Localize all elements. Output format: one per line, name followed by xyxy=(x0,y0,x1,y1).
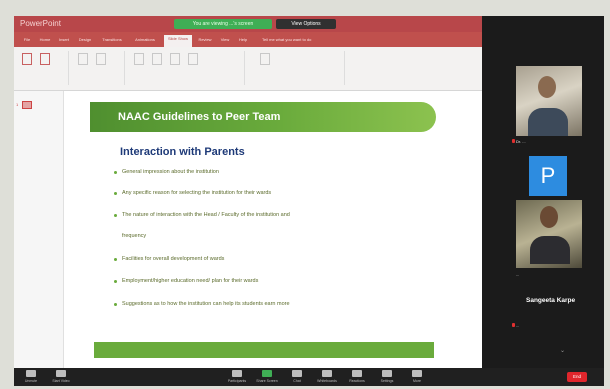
more-button[interactable]: More xyxy=(404,370,430,384)
settings-button[interactable]: Settings xyxy=(374,370,400,384)
tab-file[interactable]: File xyxy=(20,36,34,44)
share-screen-button[interactable]: Share Screen xyxy=(254,370,280,384)
slide-title: NAAC Guidelines to Peer Team xyxy=(118,111,281,123)
tab-help[interactable]: Help xyxy=(236,36,250,44)
from-current-icon[interactable] xyxy=(40,53,50,65)
whiteboards-button[interactable]: Whiteboards xyxy=(314,370,340,384)
participant-head xyxy=(538,76,556,98)
bullet-icon xyxy=(114,280,117,283)
participant-video-tile[interactable] xyxy=(516,66,582,136)
tab-design[interactable]: Design xyxy=(76,36,94,44)
slide-subtitle: Interaction with Parents xyxy=(120,146,245,158)
participant-name-tile[interactable]: Sangeeta Karpe xyxy=(526,297,575,304)
participant-body xyxy=(528,108,568,136)
hide-slide-icon[interactable] xyxy=(152,53,162,65)
reactions-button[interactable]: Reactions xyxy=(344,370,370,384)
reactions-icon xyxy=(352,370,362,377)
participant-body xyxy=(530,236,570,264)
shared-powerpoint-window: PowerPoint You are viewing ...'s screen … xyxy=(14,16,482,368)
slide-number: 1 xyxy=(16,102,19,107)
slide-footer-banner xyxy=(94,342,434,358)
participant-name: ... xyxy=(516,323,520,328)
set-up-show-icon[interactable] xyxy=(134,53,144,65)
ribbon-separator xyxy=(344,51,345,85)
slide-canvas: NAAC Guidelines to Peer Team Interaction… xyxy=(84,98,436,360)
chevron-down-icon[interactable]: ⌄ xyxy=(560,347,565,354)
bullet-icon xyxy=(114,171,117,174)
slide-title-banner: NAAC Guidelines to Peer Team xyxy=(90,102,436,132)
custom-show-icon[interactable] xyxy=(96,53,106,65)
ribbon-separator xyxy=(68,51,69,85)
participants-button[interactable]: Participants xyxy=(224,370,250,384)
participants-icon xyxy=(232,370,242,377)
screen-share-indicator: You are viewing ...'s screen xyxy=(174,19,272,29)
participant-name: ... xyxy=(516,272,520,277)
muted-mic-icon xyxy=(512,139,515,143)
view-options-button[interactable]: View Options xyxy=(276,19,336,29)
participant-head xyxy=(540,206,558,228)
tab-review[interactable]: Review xyxy=(196,36,214,44)
mic-icon xyxy=(26,370,36,377)
bullet-icon xyxy=(114,192,117,195)
tab-view[interactable]: View xyxy=(218,36,232,44)
monitor-icon[interactable] xyxy=(260,53,270,65)
meeting-toolbar: Unmute Start Video Participants Share Sc… xyxy=(14,368,604,386)
present-online-icon[interactable] xyxy=(78,53,88,65)
gear-icon xyxy=(382,370,392,377)
bullet-icon xyxy=(114,303,117,306)
unmute-button[interactable]: Unmute xyxy=(18,370,44,384)
ribbon-tabs: File Home Insert Design Transitions Anim… xyxy=(14,32,482,47)
video-icon xyxy=(56,370,66,377)
ribbon-toolbar xyxy=(14,47,482,91)
record-show-icon[interactable] xyxy=(188,53,198,65)
slide-thumbnail[interactable] xyxy=(22,101,32,109)
tab-home[interactable]: Home xyxy=(38,36,52,44)
slide-thumbnail-pane: 1 xyxy=(14,91,64,368)
participant-avatar-tile[interactable]: P xyxy=(529,156,567,196)
ribbon-separator xyxy=(124,51,125,85)
tab-slide-show[interactable]: Slide Show xyxy=(164,35,192,47)
chat-button[interactable]: Chat xyxy=(284,370,310,384)
rehearse-timings-icon[interactable] xyxy=(170,53,180,65)
title-bar: PowerPoint You are viewing ...'s screen … xyxy=(14,16,482,32)
tell-me-search[interactable]: Tell me what you want to do xyxy=(262,36,311,44)
meeting-screen: PowerPoint You are viewing ...'s screen … xyxy=(14,16,604,386)
participant-name: Dr. ... xyxy=(516,139,526,144)
tab-insert[interactable]: Insert xyxy=(56,36,72,44)
more-icon xyxy=(412,370,422,377)
from-beginning-icon[interactable] xyxy=(22,53,32,65)
whiteboard-icon xyxy=(322,370,332,377)
chat-icon xyxy=(292,370,302,377)
bullet-icon xyxy=(114,214,117,217)
end-meeting-button[interactable]: End xyxy=(567,372,587,382)
start-video-button[interactable]: Start Video xyxy=(48,370,74,384)
share-icon xyxy=(262,370,272,377)
ribbon-separator xyxy=(244,51,245,85)
app-name: PowerPoint xyxy=(20,19,61,28)
muted-mic-icon xyxy=(512,323,515,327)
tab-transitions[interactable]: Transitions xyxy=(98,36,126,44)
participants-panel: Dr. ... P ... ... Sangeeta Karpe ... ⌄ xyxy=(482,16,604,368)
bullet-icon xyxy=(114,258,117,261)
tab-animations[interactable]: Animations xyxy=(130,36,160,44)
participant-video-tile[interactable] xyxy=(516,200,582,268)
